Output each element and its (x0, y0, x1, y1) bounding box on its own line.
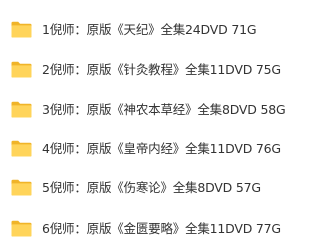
folder-name: 6倪师：原版《金匮要略》全集11DVD 77G (42, 221, 281, 236)
folder-row[interactable]: 6倪师：原版《金匮要略》全集11DVD 77G (0, 211, 336, 247)
folder-name: 3倪师：原版《神农本草经》全集8DVD 58G (42, 102, 286, 117)
folder-row[interactable]: 5倪师：原版《伤寒论》全集8DVD 57G (0, 170, 336, 206)
folder-name: 2倪师：原版《针灸教程》全集11DVD 75G (42, 62, 281, 77)
folder-name: 4倪师：原版《皇帝内经》全集11DVD 76G (42, 141, 281, 156)
folder-icon (11, 21, 32, 38)
folder-icon (11, 220, 32, 237)
folder-name: 1倪师：原版《天纪》全集24DVD 71G (42, 22, 257, 37)
folder-icon (11, 61, 32, 78)
folder-row[interactable]: 4倪师：原版《皇帝内经》全集11DVD 76G (0, 131, 336, 167)
folder-icon (11, 179, 32, 196)
folder-row[interactable]: 1倪师：原版《天纪》全集24DVD 71G (0, 12, 336, 48)
folder-row[interactable]: 2倪师：原版《针灸教程》全集11DVD 75G (0, 52, 336, 88)
folder-list: 1倪师：原版《天纪》全集24DVD 71G 2倪师：原版《针灸教程》全集11DV… (0, 0, 336, 252)
folder-name: 5倪师：原版《伤寒论》全集8DVD 57G (42, 180, 261, 195)
folder-row[interactable]: 3倪师：原版《神农本草经》全集8DVD 58G (0, 92, 336, 128)
folder-icon (11, 101, 32, 118)
folder-icon (11, 140, 32, 157)
